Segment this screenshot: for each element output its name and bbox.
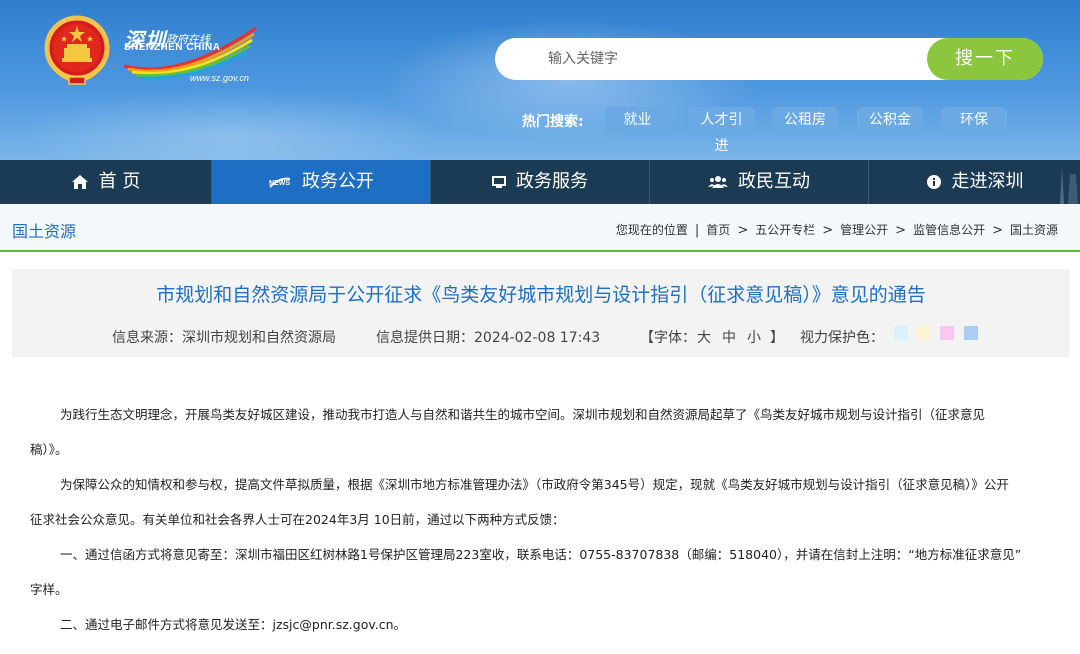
breadcrumb-separator: > bbox=[992, 223, 1003, 238]
nav-public-interaction[interactable]: 政民互动 bbox=[650, 160, 869, 204]
article-header: 市规划和自然资源局于公开征求《鸟类友好城市规划与设计指引（征求意见稿）》意见的通… bbox=[12, 269, 1070, 357]
svg-text:NEWS: NEWS bbox=[269, 180, 290, 187]
eye-color-swatch-yellow[interactable] bbox=[916, 326, 930, 340]
hot-tag-jobs[interactable]: 就业 bbox=[605, 107, 670, 133]
section-bar: 国土资源 您现在的位置 | 首页 > 五公开专栏 > 管理公开 > 监管信息公开 > 国土资源 bbox=[0, 204, 1080, 252]
nav-about-shenzhen-label: 走进深圳 bbox=[951, 171, 1024, 192]
breadcrumb: 您现在的位置 | 首页 > 五公开专栏 > 管理公开 > 监管信息公开 > 国土资源 bbox=[612, 221, 1062, 238]
eye-color-swatch-cyan[interactable] bbox=[894, 326, 908, 340]
breadcrumb-location-label: 您现在的位置 bbox=[615, 223, 688, 237]
paragraph-2-line-1: 为保障公众的知情权和参与权，提高文件草拟质量，根据《深圳市地方标准管理办法》（市… bbox=[60, 477, 1009, 492]
info-icon bbox=[926, 175, 941, 189]
breadcrumb-separator: > bbox=[822, 223, 834, 238]
monitor-icon bbox=[492, 176, 506, 188]
paragraph-3-line-2: 字样。 bbox=[30, 582, 68, 597]
section-title: 国土资源 bbox=[12, 222, 77, 241]
nav-government-affairs[interactable]: NEWS 政务公开 bbox=[212, 160, 431, 204]
building-decoration-icon bbox=[1060, 166, 1078, 204]
breadcrumb-management[interactable]: 管理公开 bbox=[840, 223, 888, 237]
font-size-close: 】 bbox=[770, 330, 784, 346]
hot-tag-talent[interactable]: 人才引进 bbox=[688, 107, 755, 154]
home-icon bbox=[71, 175, 88, 189]
search-input[interactable] bbox=[548, 47, 918, 71]
paragraph-2-line-2: 征求社会公众意见。有关单位和社会各界人士可在2024年3月 10日前，通过以下两… bbox=[30, 512, 565, 527]
logo-url: www.sz.gov.cn bbox=[190, 73, 249, 83]
search-button[interactable]: 搜一下 bbox=[927, 38, 1043, 80]
nav-government-affairs-label: 政务公开 bbox=[302, 171, 374, 192]
page: 深圳 政府在线 SHENZHEN CHINA www.sz.gov.cn 搜一下… bbox=[0, 0, 1080, 654]
nav-government-services[interactable]: 政务服务 bbox=[431, 160, 650, 204]
breadcrumb-separator: > bbox=[737, 223, 749, 238]
national-emblem-icon bbox=[44, 15, 110, 85]
info-source: 信息来源：深圳市规划和自然资源局 bbox=[112, 330, 336, 346]
main-nav: 首 页 NEWS 政务公开 政务服务 政民互动 走进深圳 bbox=[0, 160, 1080, 204]
breadcrumb-land-resources[interactable]: 国土资源 bbox=[1010, 223, 1058, 237]
publish-date: 信息提供日期：2024-02-08 17:43 bbox=[376, 330, 601, 346]
hot-tag-provident-fund[interactable]: 公积金 bbox=[857, 107, 923, 133]
font-size-large[interactable]: 大 bbox=[697, 327, 711, 347]
paragraph-1-line-2: 稿）》。 bbox=[30, 442, 68, 457]
breadcrumb-five-public[interactable]: 五公开专栏 bbox=[755, 223, 815, 237]
site-header: 深圳 政府在线 SHENZHEN CHINA www.sz.gov.cn bbox=[0, 0, 1080, 160]
eye-color-swatch-blue[interactable] bbox=[964, 326, 978, 340]
people-icon bbox=[708, 176, 728, 188]
logo-english: SHENZHEN CHINA bbox=[124, 42, 221, 53]
news-icon: NEWS bbox=[269, 177, 290, 188]
hot-search-label: 热门搜索: bbox=[522, 114, 584, 130]
breadcrumb-supervision[interactable]: 监管信息公开 bbox=[913, 223, 985, 237]
eye-color-swatch-pink[interactable] bbox=[940, 326, 954, 340]
breadcrumb-separator: > bbox=[895, 223, 907, 238]
hot-tag-environment[interactable]: 环保 bbox=[941, 107, 1007, 133]
paragraph-4-line-1: 二、通过电子邮件方式将意见发送至：jzsjc@pnr.sz.gov.cn。 bbox=[60, 617, 407, 632]
font-size-label: 【字体： bbox=[640, 330, 696, 346]
hot-tag-public-housing[interactable]: 公租房 bbox=[772, 107, 838, 133]
nav-government-services-label: 政务服务 bbox=[516, 171, 588, 192]
font-size-medium[interactable]: 中 bbox=[722, 327, 736, 347]
article-title: 市规划和自然资源局于公开征求《鸟类友好城市规划与设计指引（征求意见稿）》意见的通… bbox=[156, 284, 926, 306]
breadcrumb-separator: | bbox=[694, 223, 700, 238]
nav-public-interaction-label: 政民互动 bbox=[738, 171, 810, 192]
font-size-small[interactable]: 小 bbox=[747, 327, 761, 347]
nav-home-label: 首 页 bbox=[98, 171, 141, 192]
paragraph-1-line-1: 为践行生态文明理念，开展鸟类友好城区建设，推动我市打造人与自然和谐共生的城市空间… bbox=[60, 407, 986, 422]
eye-protection-label: 视力保护色： bbox=[800, 330, 884, 346]
nav-home[interactable]: 首 页 bbox=[0, 160, 212, 204]
breadcrumb-home[interactable]: 首页 bbox=[706, 223, 730, 237]
paragraph-3-line-1: 一、通过信函方式将意见寄至：深圳市福田区红树林路1号保护区管理局223室收，联系… bbox=[60, 547, 1022, 562]
